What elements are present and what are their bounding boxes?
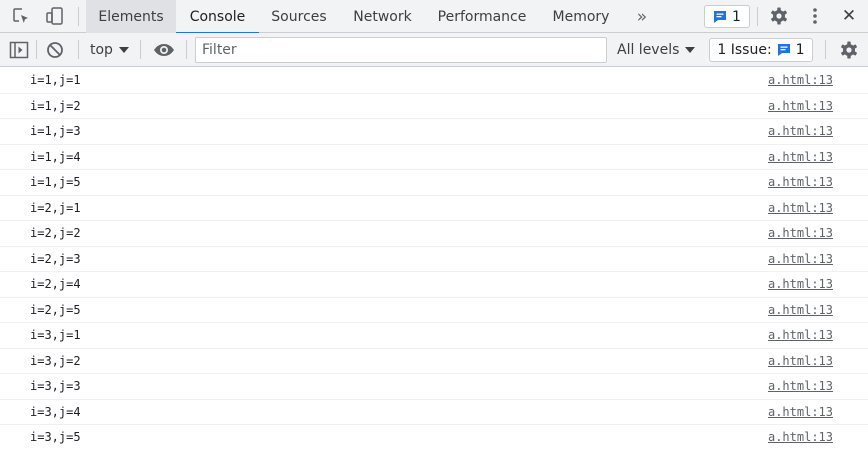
message-text: i=3,j=1 bbox=[30, 328, 81, 342]
source-link[interactable]: a.html:13 bbox=[768, 150, 833, 164]
toolbar-divider bbox=[186, 40, 187, 59]
toolbar-divider bbox=[78, 7, 79, 26]
dropdown-triangle-icon bbox=[685, 46, 696, 53]
source-link[interactable]: a.html:13 bbox=[768, 328, 833, 342]
message-text: i=1,j=3 bbox=[30, 124, 81, 138]
source-link[interactable]: a.html:13 bbox=[768, 226, 833, 240]
issues-label: 1 Issue: bbox=[717, 42, 772, 58]
toolbar-divider bbox=[757, 7, 758, 26]
inspect-element-icon[interactable] bbox=[8, 0, 34, 32]
message-text: i=1,j=2 bbox=[30, 98, 81, 113]
console-message: i=1,j=1 a.html:13 bbox=[0, 68, 868, 94]
message-text: i=3,j=5 bbox=[30, 430, 81, 444]
tab-memory[interactable]: Memory bbox=[538, 0, 624, 33]
message-text: i=3,j=2 bbox=[30, 353, 81, 368]
console-messages: i=1,j=1 a.html:13 i=1,j=2 a.html:13 i=1,j=… bbox=[0, 68, 868, 449]
console-message: i=3,j=4 a.html:13 bbox=[0, 400, 868, 425]
tab-performance[interactable]: Performance bbox=[426, 0, 538, 33]
toolbar-divider bbox=[140, 40, 141, 59]
source-link[interactable]: a.html:13 bbox=[768, 405, 833, 419]
tab-console[interactable]: Console bbox=[176, 0, 259, 34]
source-link[interactable]: a.html:13 bbox=[768, 175, 833, 189]
console-message: i=3,j=5 a.html:13 bbox=[0, 425, 868, 449]
console-settings-gear-icon[interactable] bbox=[836, 33, 862, 66]
show-sidebar-icon[interactable] bbox=[6, 33, 32, 66]
message-icon bbox=[714, 10, 727, 23]
message-text: i=2,j=3 bbox=[30, 251, 81, 266]
console-message: i=1,j=2 a.html:13 bbox=[0, 94, 868, 119]
source-link[interactable]: a.html:13 bbox=[768, 201, 833, 215]
message-text: i=1,j=4 bbox=[30, 149, 81, 164]
message-text: i=2,j=2 bbox=[30, 226, 81, 240]
source-link[interactable]: a.html:13 bbox=[768, 277, 833, 291]
more-tabs-label: » bbox=[636, 6, 648, 27]
source-link[interactable]: a.html:13 bbox=[768, 252, 833, 266]
source-link[interactable]: a.html:13 bbox=[768, 124, 833, 138]
context-label: top bbox=[90, 41, 113, 58]
message-text: i=1,j=1 bbox=[30, 73, 81, 87]
issues-button[interactable]: 1 Issue: 1 bbox=[709, 38, 813, 62]
settings-gear-icon[interactable] bbox=[765, 0, 793, 32]
message-text: i=2,j=5 bbox=[30, 302, 81, 317]
source-link[interactable]: a.html:13 bbox=[768, 303, 833, 317]
messages-badge[interactable]: 1 bbox=[704, 5, 750, 28]
console-message: i=2,j=3 a.html:13 bbox=[0, 247, 868, 272]
device-toolbar-icon[interactable] bbox=[42, 0, 68, 32]
filter-input[interactable] bbox=[195, 37, 607, 63]
console-message: i=3,j=1 a.html:13 bbox=[0, 323, 868, 349]
console-message: i=1,j=3 a.html:13 bbox=[0, 119, 868, 145]
toolbar-divider bbox=[825, 40, 826, 59]
more-options-icon[interactable] bbox=[803, 0, 827, 32]
dropdown-triangle-icon bbox=[118, 46, 129, 53]
live-expression-eye-icon[interactable] bbox=[150, 33, 178, 66]
tab-elements[interactable]: Elements bbox=[86, 0, 176, 33]
source-link[interactable]: a.html:13 bbox=[768, 379, 833, 393]
message-text: i=3,j=4 bbox=[30, 404, 81, 419]
console-toolbar: top All levels 1 Issue: 1 bbox=[0, 33, 868, 67]
source-link[interactable]: a.html:13 bbox=[768, 430, 833, 444]
console-message: i=1,j=5 a.html:13 bbox=[0, 170, 868, 196]
console-message: i=2,j=1 a.html:13 bbox=[0, 196, 868, 221]
source-link[interactable]: a.html:13 bbox=[768, 73, 833, 87]
message-text: i=1,j=5 bbox=[30, 175, 81, 189]
tab-sources[interactable]: Sources bbox=[259, 0, 339, 33]
source-link[interactable]: a.html:13 bbox=[768, 354, 833, 368]
messages-count: 1 bbox=[732, 8, 741, 25]
message-text: i=3,j=3 bbox=[30, 379, 81, 393]
close-icon[interactable]: ✕ bbox=[836, 0, 862, 32]
console-message: i=3,j=2 a.html:13 bbox=[0, 349, 868, 374]
devtools-tabbar: Elements Console Sources Network Perform… bbox=[0, 0, 868, 34]
tab-network[interactable]: Network bbox=[339, 0, 426, 33]
console-message: i=3,j=3 a.html:13 bbox=[0, 374, 868, 400]
message-text: i=2,j=4 bbox=[30, 277, 81, 291]
more-tabs-chevron-icon[interactable]: » bbox=[626, 0, 656, 33]
context-selector[interactable]: top bbox=[80, 33, 129, 66]
console-message: i=2,j=4 a.html:13 bbox=[0, 272, 868, 298]
clear-console-icon[interactable] bbox=[42, 33, 68, 66]
toolbar-divider bbox=[36, 40, 37, 59]
toolbar-divider bbox=[78, 40, 79, 59]
source-link[interactable]: a.html:13 bbox=[768, 99, 833, 113]
issues-count: 1 bbox=[795, 42, 805, 58]
message-text: i=2,j=1 bbox=[30, 200, 81, 215]
log-levels-label: All levels bbox=[617, 41, 680, 58]
issue-message-icon bbox=[777, 44, 790, 56]
console-message: i=2,j=2 a.html:13 bbox=[0, 221, 868, 247]
console-message: i=1,j=4 a.html:13 bbox=[0, 145, 868, 170]
log-levels-dropdown[interactable]: All levels bbox=[617, 33, 696, 66]
console-message: i=2,j=5 a.html:13 bbox=[0, 298, 868, 323]
